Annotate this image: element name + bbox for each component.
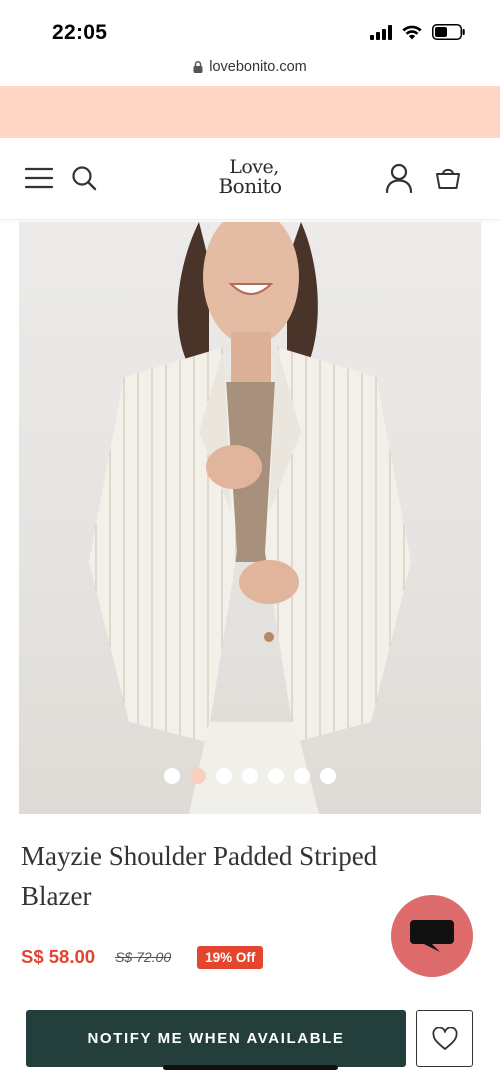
url-bar[interactable]: lovebonito.com: [0, 52, 500, 82]
chat-button[interactable]: [391, 895, 473, 977]
chat-bubble-icon: [410, 920, 454, 952]
brand-logo[interactable]: Love, Bonito: [205, 158, 295, 198]
wifi-icon: [402, 25, 422, 40]
original-price: S$ 72.00: [115, 949, 172, 965]
status-bar: 22:05: [0, 0, 500, 50]
lock-icon: [193, 61, 203, 73]
status-time: 22:05: [52, 21, 108, 44]
carousel-dot[interactable]: [294, 768, 310, 784]
search-icon[interactable]: [68, 162, 100, 194]
carousel-dot[interactable]: [216, 768, 232, 784]
url-text: lovebonito.com: [209, 59, 307, 75]
heart-icon: [431, 1026, 458, 1050]
carousel-dot[interactable]: [320, 768, 336, 784]
product-photo: [89, 222, 411, 814]
hamburger-menu-icon[interactable]: [23, 162, 55, 194]
price-row: S$ 58.00 S$ 72.00 19% Off: [21, 942, 264, 972]
user-account-icon[interactable]: [383, 162, 415, 194]
notify-me-button[interactable]: NOTIFY ME WHEN AVAILABLE: [26, 1010, 406, 1067]
shopping-bag-icon[interactable]: [432, 162, 464, 194]
home-indicator: [163, 1065, 338, 1070]
carousel-dot[interactable]: [268, 768, 284, 784]
current-price: S$ 58.00: [21, 946, 96, 967]
site-header: Love, Bonito: [0, 138, 500, 220]
product-image[interactable]: [19, 222, 481, 814]
wishlist-button[interactable]: [416, 1010, 473, 1067]
signal-icon: [370, 24, 392, 40]
discount-badge: 19% Off: [197, 945, 264, 969]
product-title: Mayzie Shoulder Padded Striped Blazer: [21, 841, 378, 911]
promo-banner[interactable]: [0, 86, 500, 138]
carousel-dot[interactable]: [190, 768, 206, 784]
carousel-dot[interactable]: [164, 768, 180, 784]
status-icons: [370, 24, 466, 40]
logo-line-2: Bonito: [218, 174, 282, 198]
battery-icon: [432, 24, 466, 40]
carousel-dots: [19, 768, 481, 784]
carousel-dot[interactable]: [242, 768, 258, 784]
